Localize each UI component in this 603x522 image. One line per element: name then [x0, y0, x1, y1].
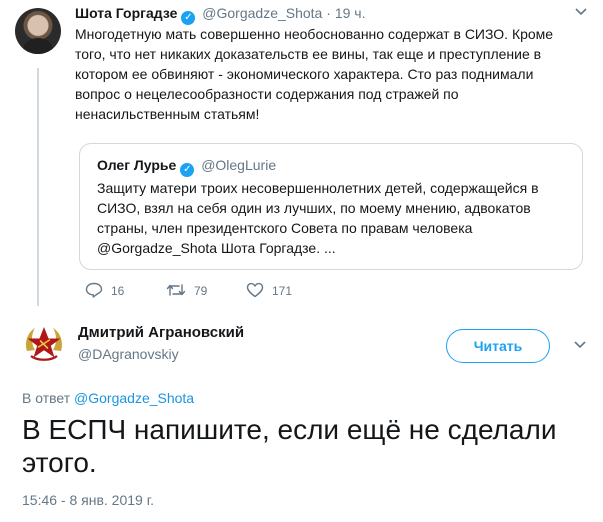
thread-line — [37, 68, 39, 306]
quote-author-name: Олег Лурье — [97, 157, 177, 173]
reply-icon — [85, 282, 103, 302]
chevron-down-icon[interactable] — [575, 4, 587, 19]
reply-action[interactable]: 16 — [85, 282, 124, 302]
reply-context: В ответ @Gorgadze_Shota — [22, 389, 194, 407]
heart-icon — [246, 282, 264, 302]
author-name[interactable]: Шота Горгадзе — [75, 5, 177, 21]
retweet-action[interactable]: 79 — [166, 282, 207, 302]
tweet-time[interactable]: 19 ч. — [335, 5, 366, 21]
verified-badge-icon: ✓ — [181, 11, 196, 25]
tweet-header: Шота Горгадзе ✓ @Gorgadze_Shota · 19 ч. — [75, 4, 365, 25]
dot-separator: · — [326, 5, 331, 21]
author-name[interactable]: Дмитрий Аграновский — [78, 323, 244, 342]
reply-to-handle-link[interactable]: @Gorgadze_Shota — [74, 390, 194, 406]
quote-text: Защиту матери троих несовершеннолетних д… — [97, 180, 539, 256]
quote-author-handle: @OlegLurie — [201, 157, 277, 173]
retweet-count: 79 — [194, 284, 208, 299]
avatar-shota[interactable] — [15, 8, 61, 54]
avatar-agranovskiy[interactable] — [21, 320, 67, 366]
author-handle[interactable]: @DAgranovskiy — [78, 345, 179, 363]
red-star-emblem-icon — [25, 327, 63, 361]
chevron-down-icon[interactable] — [574, 337, 586, 352]
retweet-icon — [166, 282, 186, 302]
like-action[interactable]: 171 — [246, 282, 292, 302]
reply-prefix: В ответ — [22, 390, 71, 406]
quote-header: Олег Лурье ✓ @OlegLurie — [97, 156, 276, 177]
quoted-tweet[interactable]: Олег Лурье ✓ @OlegLurie Защиту матери тро… — [79, 143, 583, 270]
author-handle[interactable]: @Gorgadze_Shota — [202, 5, 322, 21]
tweet-timestamp[interactable]: 15:46 - 8 янв. 2019 г. — [22, 491, 154, 509]
tweet-text: В ЕСПЧ напишите, если ещё не сделали это… — [22, 414, 557, 478]
verified-badge-icon: ✓ — [180, 163, 195, 177]
reply-count: 16 — [111, 284, 125, 299]
tweet-text: Многодетную мать совершенно необоснованн… — [75, 26, 554, 122]
like-count: 171 — [272, 284, 293, 299]
follow-button[interactable]: Читать — [446, 329, 550, 363]
